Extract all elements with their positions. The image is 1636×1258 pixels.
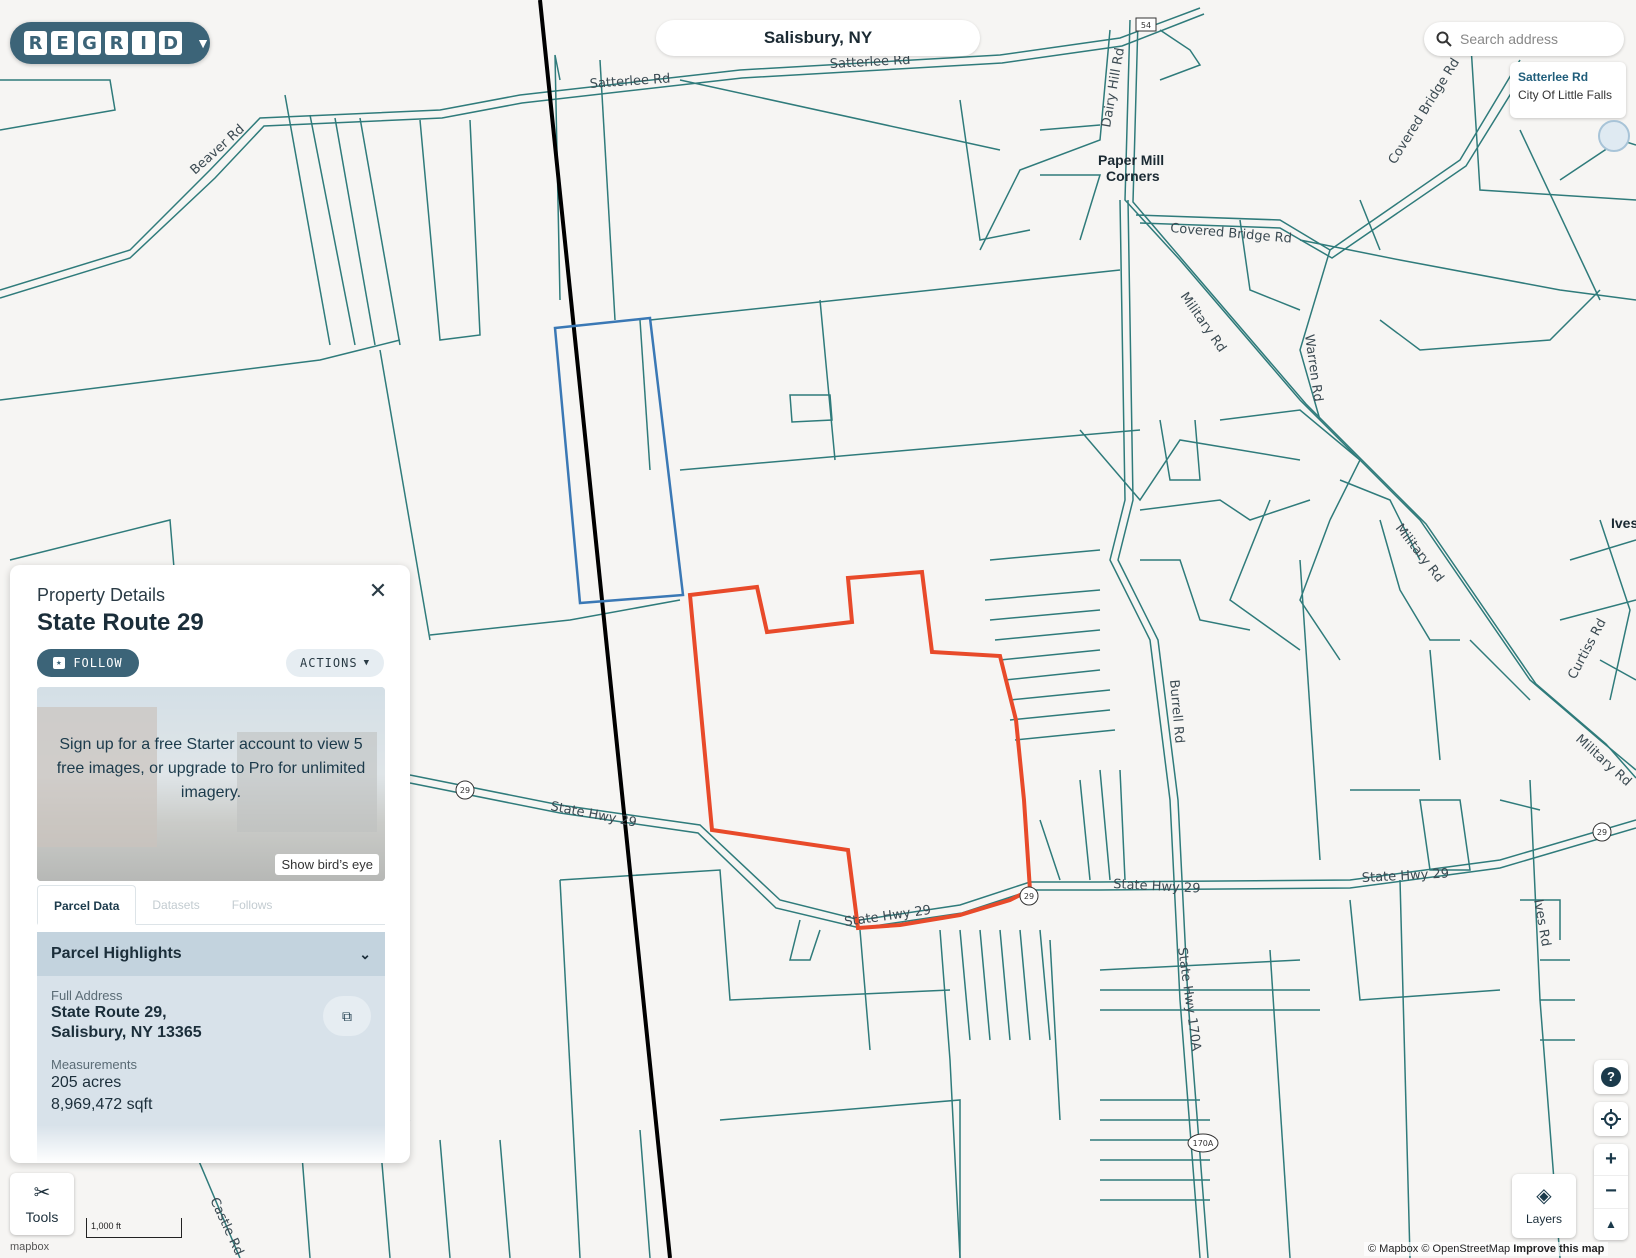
tab-datasets[interactable]: Datasets (136, 885, 215, 924)
show-birds-eye-button[interactable]: Show bird’s eye (275, 854, 379, 875)
place-label: Paper Mill (1098, 152, 1164, 168)
imagery-upgrade-message[interactable]: Sign up for a free Starter account to vi… (47, 733, 375, 805)
osm-credit[interactable]: © OpenStreetMap (1421, 1243, 1510, 1255)
compass-button[interactable]: ▲ (1594, 1209, 1628, 1240)
star-icon: ★ (53, 657, 66, 669)
follow-label: FOLLOW (73, 656, 123, 670)
tools-label: Tools (25, 1209, 59, 1225)
logo-letter: G (78, 31, 102, 55)
tab-parcel-data[interactable]: Parcel Data (37, 885, 137, 925)
actions-label: ACTIONS (300, 656, 358, 670)
locate-icon (1601, 1109, 1621, 1129)
chevron-down-icon[interactable]: ▼ (196, 35, 210, 51)
svg-text:29: 29 (460, 786, 470, 795)
place-label: Corners (1106, 168, 1160, 184)
scale-bar: 1,000 ft (86, 1218, 182, 1238)
close-icon[interactable]: ✕ (366, 579, 390, 603)
mapbox-logo[interactable]: mapbox (10, 1241, 49, 1253)
zoom-out-button[interactable]: − (1594, 1176, 1628, 1209)
result-street: Satterlee Rd (1518, 70, 1589, 84)
follow-button[interactable]: ★ FOLLOW (37, 649, 139, 677)
acres-value: 205 acres (51, 1074, 122, 1091)
measurements-label: Measurements (51, 1057, 137, 1072)
location-title: Salisbury, NY (656, 20, 980, 56)
panel-subtitle: Property Details (37, 585, 166, 605)
svg-text:29: 29 (1024, 892, 1034, 901)
actions-button[interactable]: ACTIONS ▼ (286, 649, 384, 677)
svg-text:54: 54 (1141, 21, 1151, 30)
tools-button[interactable]: ✂ Tools (10, 1173, 74, 1235)
route-shield: 170A (1187, 1133, 1219, 1153)
geolocate-button[interactable] (1594, 1102, 1628, 1136)
sqft-value: 8,969,472 sqft (51, 1096, 153, 1113)
map-attribution: © Mapbox © OpenStreetMap Improve this ma… (1364, 1242, 1609, 1256)
logo-letter: R (24, 31, 48, 55)
search-box[interactable] (1424, 22, 1624, 56)
mapbox-credit[interactable]: © Mapbox (1368, 1243, 1418, 1255)
logo-letter: E (51, 31, 75, 55)
result-locality: City Of Little Falls (1518, 88, 1613, 102)
full-address-label: Full Address (51, 988, 123, 1003)
tools-icon: ✂ (33, 1182, 51, 1204)
help-button[interactable]: ? (1594, 1060, 1628, 1094)
place-label: Ives (1611, 515, 1636, 531)
parcel-highlights-header[interactable]: Parcel Highlights ⌄ (37, 932, 385, 976)
improve-map-link[interactable]: Improve this map (1513, 1243, 1604, 1255)
search-result-card[interactable]: Satterlee Rd City Of Little Falls (1510, 62, 1626, 118)
route-shield: 29 (1019, 886, 1039, 906)
search-input[interactable] (1460, 31, 1610, 47)
parcel-highlights-heading: Parcel Highlights (51, 945, 182, 962)
svg-text:29: 29 (1597, 828, 1607, 837)
zoom-in-button[interactable]: + (1594, 1144, 1628, 1177)
street-imagery: Sign up for a free Starter account to vi… (37, 687, 385, 881)
help-icon: ? (1601, 1067, 1621, 1087)
geolocate-indicator-icon[interactable] (1598, 120, 1630, 152)
copy-icon[interactable]: ⧉ (323, 996, 371, 1036)
layers-label: Layers (1525, 1212, 1563, 1226)
route-shield: 29 (1592, 822, 1612, 842)
search-icon (1436, 31, 1452, 47)
layers-button[interactable]: ◈ Layers (1512, 1174, 1576, 1238)
route-shield: 54 (1135, 17, 1157, 32)
property-details-panel: Property Details State Route 29 ✕ ★ FOLL… (10, 565, 410, 1163)
logo-letter: D (159, 31, 183, 55)
caret-down-icon: ▼ (363, 658, 370, 668)
logo-letter: R (105, 31, 129, 55)
zoom-controls: + − ▲ (1594, 1144, 1628, 1240)
panel-title: State Route 29 (37, 609, 204, 636)
tab-follows[interactable]: Follows (216, 885, 289, 924)
regrid-logo-menu[interactable]: R E G R I D ▼ (10, 22, 210, 64)
panel-tabs: Parcel Data Datasets Follows (37, 885, 385, 925)
route-shield: 29 (455, 780, 475, 800)
address-line-2: Salisbury, NY 13365 (51, 1024, 202, 1041)
chevron-down-icon: ⌄ (359, 945, 371, 962)
layers-icon: ◈ (1536, 1185, 1552, 1207)
logo-letter: I (132, 31, 156, 55)
svg-text:170A: 170A (1193, 1139, 1214, 1148)
